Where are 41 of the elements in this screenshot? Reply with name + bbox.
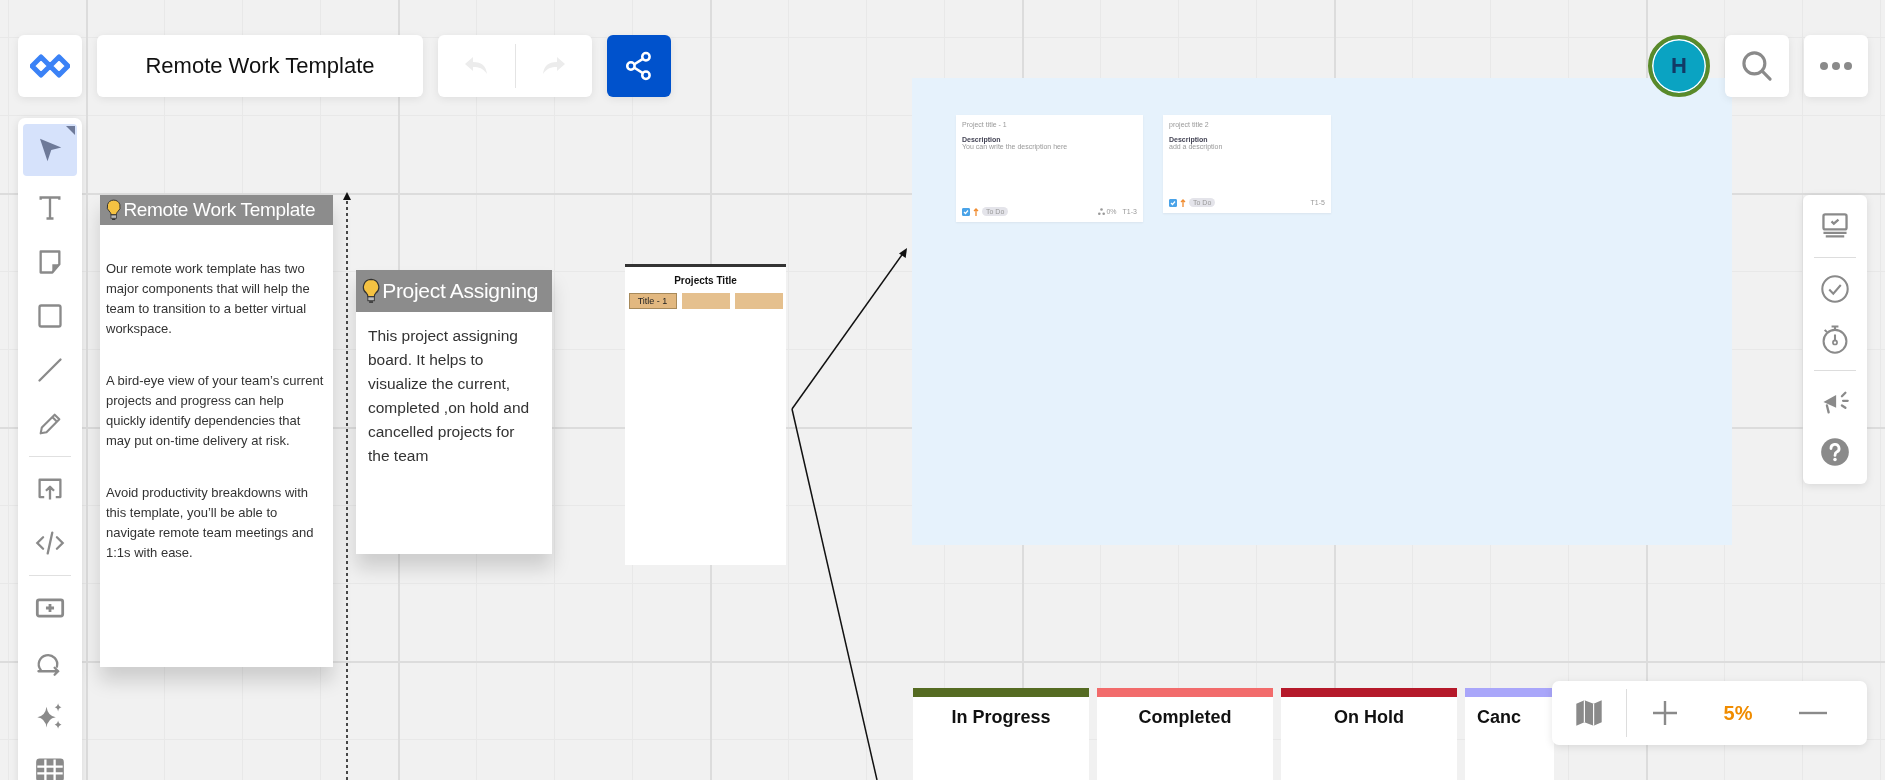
presentation-screen-icon [1820,211,1850,241]
map-icon [1574,698,1604,728]
checkbox[interactable] [1169,198,1177,207]
note-paragraph: Avoid productivity breakdowns with this template, you’ll be able to navigate remote team meetings and 1:1s with ease. [106,484,315,562]
search-button[interactable] [1725,35,1789,97]
column-title: Completed [1138,707,1232,728]
user-avatar[interactable]: H [1648,35,1710,97]
board-title-button[interactable]: Remote Work Template [97,35,423,97]
search-icon [1740,49,1774,83]
priority-arrow-icon [1180,198,1186,207]
note-title: Project Assigning [382,279,539,303]
logo-icon [30,54,70,78]
kanban-item[interactable]: Title - 1 [628,293,677,309]
lightbulb-icon [362,278,381,304]
kanban-title: Projects Title [674,275,737,286]
more-icon [1819,61,1853,71]
select-tool-button[interactable] [23,124,77,176]
minus-icon [1799,711,1827,715]
share-button[interactable] [607,35,671,97]
line-icon [36,356,64,384]
column-title: Canc [1477,707,1521,728]
hierarchy-icon [1098,208,1106,215]
square-icon [36,302,64,330]
more-button[interactable] [1804,35,1868,97]
priority-arrow-icon [973,207,979,216]
column-title: On Hold [1334,707,1404,728]
column-title: In Progress [951,707,1051,728]
plus-icon [1651,699,1679,727]
checkbox[interactable] [962,207,970,216]
code-icon [35,529,65,557]
note-paragraph: A bird-eye view of your team’s current projects and progress can help quickly identify dependencies that may put on-time delivery at risk. [106,372,325,450]
share-icon [625,51,653,81]
lightbulb-icon [106,199,122,221]
logo-button[interactable] [18,35,82,97]
note-title: Remote Work Template [123,199,316,221]
note-paragraph: This project assigning board. It helps to visualize the current, completed ,on hold and cancelled projects for the team [368,326,531,466]
help-icon [1820,437,1850,467]
zoom-level: 5% [1722,701,1754,725]
check-circle-icon [1820,274,1850,304]
stopwatch-icon [1820,323,1850,355]
note-paragraph: Our remote work template has two major components that will help the team to transition to a better virtual workspace. [106,260,311,338]
